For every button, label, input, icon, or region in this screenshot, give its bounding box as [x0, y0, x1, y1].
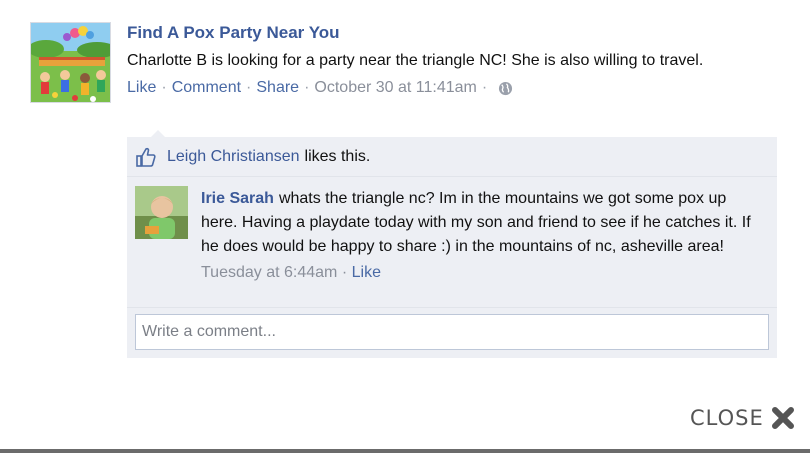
write-comment-row [127, 308, 777, 358]
comment-author-link[interactable]: Irie Sarah [201, 190, 274, 207]
comment-item: Irie Sarah whats the triangle nc? Im in t… [127, 177, 777, 308]
thumbs-up-icon[interactable] [135, 146, 157, 168]
panel-notch [151, 130, 165, 137]
close-label: CLOSE [690, 406, 764, 430]
likes-row: Leigh Christiansen likes this. [127, 137, 777, 177]
post-meta: Like · Comment · Share · October 30 at 1… [127, 77, 777, 99]
separator: · [304, 79, 310, 96]
commenter-avatar-photo [135, 186, 188, 239]
globe-icon[interactable] [498, 81, 513, 96]
comment-text: whats the triangle nc? Im in the mountai… [201, 190, 751, 255]
comment-meta: Tuesday at 6:44am · Like [201, 262, 766, 284]
write-comment-input[interactable] [135, 314, 769, 350]
commenter-avatar[interactable] [135, 186, 188, 239]
close-x-icon[interactable] [770, 405, 796, 431]
post-feedback-panel: Leigh Christiansen likes this. Irie Sara… [127, 130, 777, 358]
separator: · [481, 79, 488, 96]
post-timestamp[interactable]: October 30 at 11:41am [314, 77, 476, 99]
post-text: Charlotte B is looking for a party near … [127, 52, 704, 69]
comment-body: Irie Sarah whats the triangle nc? Im in t… [201, 187, 766, 284]
likes-suffix: likes this. [304, 147, 371, 165]
page-name-link[interactable]: Find A Pox Party Near You [127, 22, 777, 44]
bottom-divider [0, 449, 810, 453]
comment-timestamp[interactable]: Tuesday at 6:44am [201, 264, 337, 281]
comment-link[interactable]: Comment [172, 77, 241, 99]
close-button[interactable]: CLOSE [690, 405, 796, 431]
page-thumbnail[interactable] [30, 22, 111, 103]
share-link[interactable]: Share [256, 77, 299, 99]
comment-like-link[interactable]: Like [352, 264, 381, 281]
separator: · [246, 79, 252, 96]
page-thumbnail-illustration [31, 23, 110, 102]
liker-name-link[interactable]: Leigh Christiansen [167, 148, 300, 166]
separator: · [341, 264, 348, 281]
like-link[interactable]: Like [127, 77, 156, 99]
separator: · [161, 79, 167, 96]
